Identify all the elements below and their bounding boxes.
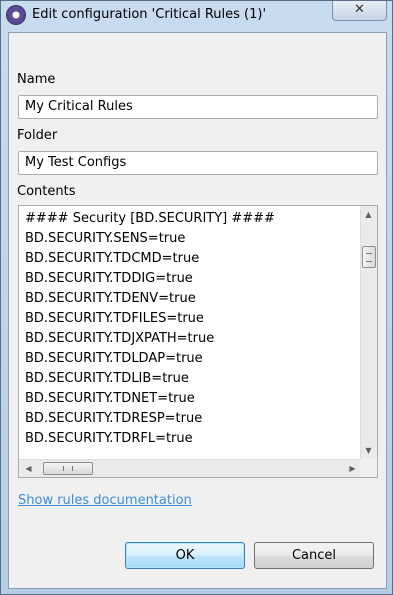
- scrollbar-corner: [360, 459, 377, 477]
- close-icon: ✕: [354, 2, 365, 17]
- vertical-scrollbar[interactable]: ▲ ▼: [360, 206, 377, 460]
- window-title: Edit configuration 'Critical Rules (1)': [32, 7, 267, 22]
- contents-line: BD.SECURITY.TDLDAP=true: [25, 351, 203, 366]
- contents-lines: #### Security [BD.SECURITY] #### BD.SECUR…: [25, 209, 275, 449]
- contents-line: BD.SECURITY.TDENV=true: [25, 291, 196, 306]
- contents-line: BD.SECURITY.TDDIG=true: [25, 271, 193, 286]
- name-label: Name: [17, 72, 56, 87]
- show-rules-documentation-link[interactable]: Show rules documentation: [18, 493, 192, 508]
- scroll-down-icon[interactable]: ▼: [361, 446, 376, 455]
- name-input[interactable]: My Critical Rules: [18, 95, 378, 119]
- contents-line: BD.SECURITY.TDRFL=true: [25, 431, 193, 446]
- contents-line: BD.SECURITY.TDCMD=true: [25, 251, 200, 266]
- folder-label: Folder: [17, 128, 58, 143]
- horizontal-scroll-thumb[interactable]: [43, 462, 93, 475]
- close-button[interactable]: ✕: [332, 1, 387, 21]
- cancel-button[interactable]: Cancel: [254, 542, 374, 569]
- contents-label: Contents: [17, 184, 76, 199]
- folder-input[interactable]: My Test Configs: [18, 151, 378, 175]
- dialog-body: Name My Critical Rules Folder My Test Co…: [8, 32, 387, 589]
- contents-editor[interactable]: #### Security [BD.SECURITY] #### BD.SECUR…: [18, 205, 378, 478]
- contents-line: #### Security [BD.SECURITY] ####: [25, 211, 275, 226]
- app-icon: [7, 6, 25, 24]
- contents-line: BD.SECURITY.TDNET=true: [25, 391, 195, 406]
- contents-line: BD.SECURITY.TDFILES=true: [25, 311, 204, 326]
- horizontal-scrollbar[interactable]: ◀ ▶: [19, 459, 362, 477]
- contents-line: BD.SECURITY.TDLIB=true: [25, 371, 189, 386]
- vertical-scroll-thumb[interactable]: [362, 246, 376, 268]
- contents-line: BD.SECURITY.TDJXPATH=true: [25, 331, 215, 346]
- contents-line: BD.SECURITY.SENS=true: [25, 231, 186, 246]
- scroll-up-icon[interactable]: ▲: [361, 210, 376, 219]
- contents-line: BD.SECURITY.TDRESP=true: [25, 411, 203, 426]
- scroll-right-icon[interactable]: ▶: [345, 464, 360, 473]
- dialog-window: Edit configuration 'Critical Rules (1)' …: [0, 0, 393, 595]
- title-bar[interactable]: Edit configuration 'Critical Rules (1)' …: [1, 1, 393, 31]
- scroll-left-icon[interactable]: ◀: [21, 464, 36, 473]
- ok-button[interactable]: OK: [125, 542, 245, 569]
